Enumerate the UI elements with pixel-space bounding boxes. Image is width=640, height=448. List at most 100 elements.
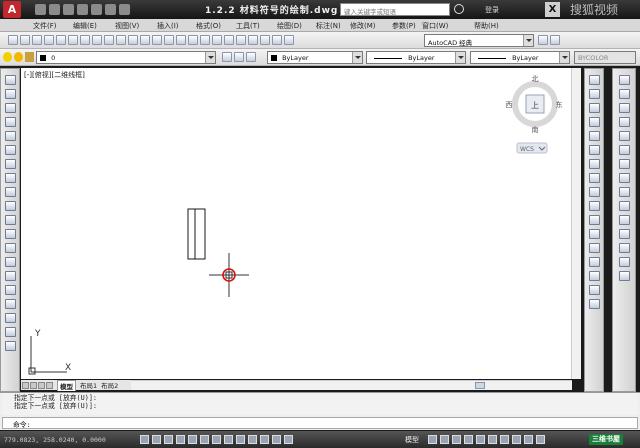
login-link[interactable]: 登录 <box>485 5 499 15</box>
autocad-logo-icon[interactable]: A <box>3 1 21 18</box>
chevron-down-icon[interactable] <box>455 52 465 63</box>
zoom-extents-icon[interactable] <box>619 271 630 281</box>
zoom-previous-icon[interactable] <box>200 35 210 45</box>
compass-east[interactable]: 东 <box>556 100 563 109</box>
menu-item-2[interactable]: 视图(V) <box>115 21 139 31</box>
spline-icon[interactable] <box>5 187 16 197</box>
arc-icon[interactable] <box>5 145 16 155</box>
distance-icon[interactable] <box>619 215 630 225</box>
area-icon[interactable] <box>619 229 630 239</box>
chamfer-icon[interactable] <box>589 271 600 281</box>
layer-previous-icon[interactable] <box>246 52 256 62</box>
linetype-dropdown[interactable]: ByLayer <box>366 51 466 64</box>
rectangle-icon[interactable] <box>5 131 16 141</box>
stretch-icon[interactable] <box>589 187 600 197</box>
workspace-dropdown[interactable]: AutoCAD 经典 <box>424 34 534 47</box>
open-file-icon[interactable] <box>20 35 30 45</box>
help-icon[interactable] <box>284 35 294 45</box>
markup-icon[interactable] <box>260 35 270 45</box>
undo-icon[interactable] <box>105 4 116 15</box>
lightbulb-icon[interactable] <box>3 52 12 62</box>
drawn-material-symbol[interactable] <box>187 208 206 260</box>
first-tab-icon[interactable] <box>22 381 29 389</box>
dimension-style-icon[interactable] <box>619 103 630 113</box>
compass-west[interactable]: 西 <box>506 101 513 109</box>
sheet-set-icon[interactable] <box>248 35 258 45</box>
compass-north[interactable]: 北 <box>532 75 539 83</box>
3d-osnap-toggle[interactable] <box>200 435 209 444</box>
annotation-scale-icon[interactable] <box>452 435 461 444</box>
cut-icon[interactable] <box>80 35 90 45</box>
menu-item-7[interactable]: 标注(N) <box>316 21 341 31</box>
hatch-back-icon[interactable] <box>619 187 630 197</box>
menu-item-1[interactable]: 编辑(E) <box>73 21 97 31</box>
polygon-icon[interactable] <box>5 117 16 127</box>
menu-item-4[interactable]: 格式(O) <box>196 21 221 31</box>
menu-item-11[interactable]: 帮助(H) <box>474 21 499 31</box>
scale-icon[interactable] <box>589 173 600 183</box>
lineweight-toggle[interactable] <box>248 435 257 444</box>
sun-icon[interactable] <box>14 52 23 62</box>
add-selected-icon[interactable] <box>5 341 16 351</box>
redo-icon[interactable] <box>119 4 130 15</box>
undo-toolbar-icon[interactable] <box>140 35 150 45</box>
vertical-scrollbar[interactable] <box>571 68 581 379</box>
menu-item-10[interactable]: 窗口(W) <box>422 21 448 31</box>
new-icon[interactable] <box>35 4 46 15</box>
transparency-toggle[interactable] <box>260 435 269 444</box>
text-style-icon[interactable] <box>619 89 630 99</box>
osnap-toggle[interactable] <box>188 435 197 444</box>
gradient-icon[interactable] <box>5 285 16 295</box>
isolate-objects-icon[interactable] <box>512 435 521 444</box>
dyn-toggle[interactable] <box>236 435 245 444</box>
open-icon[interactable] <box>49 4 60 15</box>
break-at-point-icon[interactable] <box>589 229 600 239</box>
gear-icon[interactable] <box>550 35 560 45</box>
lock-ui-icon[interactable] <box>500 435 509 444</box>
text-front-icon[interactable] <box>619 173 630 183</box>
construction-line-icon[interactable] <box>5 89 16 99</box>
publish-icon[interactable] <box>68 35 78 45</box>
properties-icon[interactable] <box>212 35 222 45</box>
tab-layout1[interactable]: 布局1 <box>80 380 97 390</box>
break-icon[interactable] <box>589 243 600 253</box>
layer-dropdown[interactable]: 0 <box>36 51 216 64</box>
design-center-icon[interactable] <box>224 35 234 45</box>
make-current-icon[interactable] <box>234 52 244 62</box>
next-tab-icon[interactable] <box>38 381 45 389</box>
bring-above-icon[interactable] <box>619 145 630 155</box>
match-properties-icon[interactable] <box>116 35 126 45</box>
list-icon[interactable] <box>619 243 630 253</box>
copy-object-icon[interactable] <box>589 89 600 99</box>
quick-view-layouts-icon[interactable] <box>428 435 437 444</box>
otrack-toggle[interactable] <box>212 435 221 444</box>
lineweight-dropdown[interactable]: ByLayer <box>470 51 570 64</box>
make-block-icon[interactable] <box>5 243 16 253</box>
send-under-icon[interactable] <box>619 159 630 169</box>
ortho-toggle[interactable] <box>164 435 173 444</box>
search-input[interactable]: 键入关键字或短语 <box>340 3 450 16</box>
prev-tab-icon[interactable] <box>30 381 37 389</box>
line-icon[interactable] <box>5 75 16 85</box>
offset-icon[interactable] <box>589 117 600 127</box>
menu-item-6[interactable]: 绘图(D) <box>277 21 302 31</box>
tool-palettes-icon[interactable] <box>236 35 246 45</box>
block-editor-icon[interactable] <box>128 35 138 45</box>
save-icon[interactable] <box>63 4 74 15</box>
last-tab-icon[interactable] <box>46 381 53 389</box>
paste-icon[interactable] <box>104 35 114 45</box>
point-icon[interactable] <box>5 257 16 267</box>
scrollbar-thumb[interactable] <box>475 382 485 389</box>
copy-icon[interactable] <box>92 35 102 45</box>
zoom-realtime-icon[interactable] <box>176 35 186 45</box>
menu-item-8[interactable]: 修改(M) <box>350 21 376 31</box>
send-back-icon[interactable] <box>619 131 630 141</box>
chevron-down-icon[interactable] <box>523 35 533 46</box>
grid-toggle[interactable] <box>152 435 161 444</box>
trim-icon[interactable] <box>589 201 600 211</box>
exchange-button[interactable]: X <box>545 2 560 17</box>
command-input[interactable]: 命令: <box>2 417 638 429</box>
coordinate-readout[interactable]: 779.0823, 258.0240, 0.0000 <box>4 436 106 444</box>
workspace-settings-icon[interactable] <box>538 35 548 45</box>
color-dropdown[interactable]: ByLayer <box>267 51 363 64</box>
